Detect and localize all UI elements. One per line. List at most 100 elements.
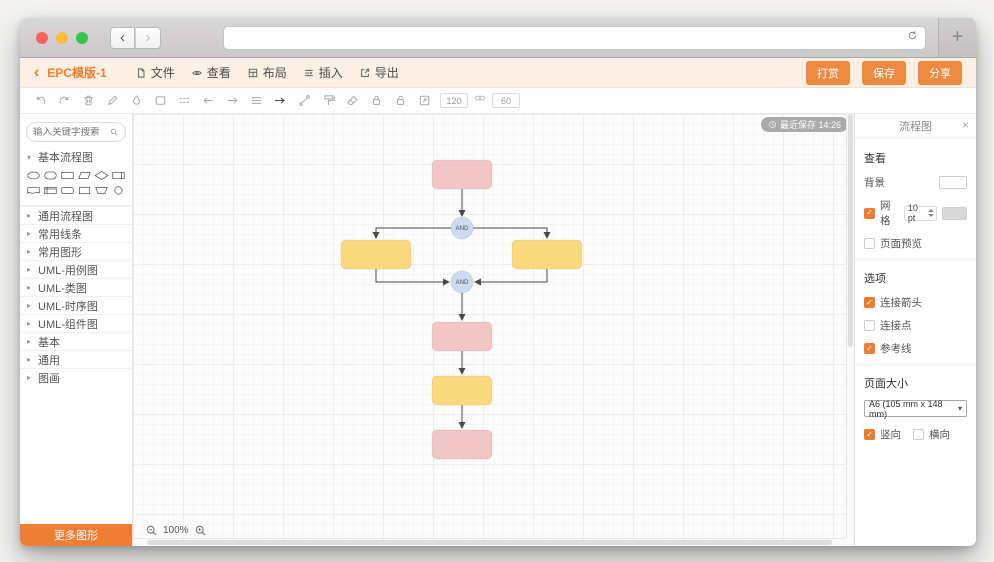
refresh-icon[interactable] xyxy=(906,29,919,47)
menu-view[interactable]: 查看 xyxy=(191,64,231,81)
redo-icon[interactable] xyxy=(52,90,76,112)
chevron-right-icon: ▸ xyxy=(27,229,34,238)
fill-icon[interactable] xyxy=(124,90,148,112)
shape-search-input[interactable] xyxy=(33,127,109,138)
browser-back-button[interactable]: ‹ xyxy=(110,27,135,49)
flowchart-node[interactable] xyxy=(432,160,492,189)
sidebar-category-expanded[interactable]: ▾ 基本流程图 xyxy=(20,148,132,166)
undo-icon[interactable] xyxy=(28,90,52,112)
maximize-window-button[interactable] xyxy=(76,32,88,44)
horizontal-scrollbar[interactable] xyxy=(133,538,846,546)
stencil-grid xyxy=(20,166,132,206)
sidebar-category[interactable]: ▸UML-类图 xyxy=(20,278,132,296)
option-checkbox[interactable] xyxy=(864,343,875,354)
save-button[interactable]: 保存 xyxy=(862,61,906,85)
grid-color-swatch[interactable] xyxy=(942,207,967,220)
flowchart-node[interactable] xyxy=(341,240,411,269)
sidebar-category[interactable]: ▸常用线条 xyxy=(20,224,132,242)
grid-size-stepper[interactable]: 10 pt xyxy=(904,206,937,221)
expand-icon[interactable] xyxy=(412,90,436,112)
dash-icon[interactable] xyxy=(172,90,196,112)
link-icon[interactable] xyxy=(472,91,488,110)
share-button[interactable]: 分享 xyxy=(918,61,962,85)
flowchart-edge[interactable] xyxy=(376,228,451,238)
orientation-checkbox[interactable] xyxy=(913,429,924,440)
shape-search[interactable] xyxy=(26,122,126,142)
stencil-card[interactable] xyxy=(76,184,92,197)
stencil-document[interactable] xyxy=(25,184,41,197)
zoom-in-icon[interactable] xyxy=(194,524,207,537)
address-bar[interactable] xyxy=(223,26,926,50)
browser-forward-button[interactable]: › xyxy=(136,27,161,49)
stencil-circle[interactable] xyxy=(111,184,127,197)
diagram-canvas[interactable]: ANDAND 最近保存 14:26 100% xyxy=(133,114,854,546)
stencil-rounded-rectangle[interactable] xyxy=(59,184,75,197)
unlock-icon[interactable] xyxy=(388,90,412,112)
app-back-icon[interactable]: ‹ xyxy=(34,65,39,81)
stencil-parallelogram[interactable] xyxy=(76,169,92,182)
flowchart-node[interactable] xyxy=(432,376,492,405)
stencil-predefined-process[interactable] xyxy=(111,169,127,182)
stencil-ellipse[interactable] xyxy=(25,169,41,182)
menu-file[interactable]: 文件 xyxy=(135,64,175,81)
pen-icon[interactable] xyxy=(100,90,124,112)
sidebar-category[interactable]: ▸UML-用例图 xyxy=(20,260,132,278)
line-weight-icon[interactable] xyxy=(244,90,268,112)
connector-icon[interactable] xyxy=(268,90,292,112)
width-input[interactable] xyxy=(440,93,468,108)
chevron-right-icon: ▸ xyxy=(27,355,34,364)
close-window-button[interactable] xyxy=(36,32,48,44)
vertical-scrollbar[interactable] xyxy=(846,114,854,538)
page-preview-checkbox[interactable] xyxy=(864,238,875,249)
sidebar-category[interactable]: ▸图画 xyxy=(20,368,132,386)
flowchart-edge[interactable] xyxy=(473,228,547,238)
height-input[interactable] xyxy=(492,93,520,108)
zoom-out-icon[interactable] xyxy=(145,524,158,537)
orientation-checkbox[interactable] xyxy=(864,429,875,440)
flowchart-edge[interactable] xyxy=(475,269,547,282)
new-tab-button[interactable]: + xyxy=(938,18,976,57)
sidebar-category[interactable]: ▸UML-组件图 xyxy=(20,314,132,332)
minimize-window-button[interactable] xyxy=(56,32,68,44)
option-checkbox[interactable] xyxy=(864,320,875,331)
format-painter-icon[interactable] xyxy=(316,90,340,112)
more-shapes-button[interactable]: 更多图形 xyxy=(20,524,132,546)
arrow-left-icon[interactable] xyxy=(196,90,220,112)
file-menu-icon xyxy=(135,67,147,79)
stencil-diamond[interactable] xyxy=(94,169,110,182)
sidebar-category[interactable]: ▸基本 xyxy=(20,332,132,350)
lock-icon[interactable] xyxy=(364,90,388,112)
sidebar-category[interactable]: ▸常用图形 xyxy=(20,242,132,260)
menu-insert[interactable]: 插入 xyxy=(303,64,343,81)
flowchart-edge[interactable] xyxy=(376,269,449,282)
flowchart-node[interactable] xyxy=(432,322,492,351)
menu-layout[interactable]: 布局 xyxy=(247,64,287,81)
menu-export[interactable]: 导出 xyxy=(359,64,399,81)
flowchart-node[interactable] xyxy=(432,430,492,459)
connector-style-icon[interactable] xyxy=(292,90,316,112)
close-icon[interactable]: × xyxy=(962,118,969,132)
shape-icon[interactable] xyxy=(148,90,172,112)
grid-checkbox[interactable] xyxy=(864,208,875,219)
stencil-rectangle[interactable] xyxy=(59,169,75,182)
page-size-select[interactable]: A6 (105 mm x 148 mm) ▾ xyxy=(864,400,967,417)
reward-button[interactable]: 打赏 xyxy=(806,61,850,85)
arrow-right-icon[interactable] xyxy=(220,90,244,112)
option-checkbox[interactable] xyxy=(864,297,875,308)
sidebar-category[interactable]: ▸通用流程图 xyxy=(20,206,132,224)
stencil-trapezoid[interactable] xyxy=(94,184,110,197)
layout-menu-icon xyxy=(247,67,259,79)
background-color-swatch[interactable] xyxy=(939,176,967,189)
trash-icon[interactable] xyxy=(76,90,100,112)
sidebar-category[interactable]: ▸通用 xyxy=(20,350,132,368)
stencil-internal-storage[interactable] xyxy=(42,184,58,197)
clock-icon xyxy=(768,120,777,129)
zoom-controls: 100% xyxy=(145,524,207,537)
address-input[interactable] xyxy=(230,31,906,45)
sidebar-category[interactable]: ▸UML-时序图 xyxy=(20,296,132,314)
stencil-terminator[interactable] xyxy=(42,169,58,182)
chevron-down-icon: ▾ xyxy=(958,404,962,413)
flowchart-node[interactable] xyxy=(512,240,582,269)
page-size-section-label: 页面大小 xyxy=(864,375,967,391)
eraser-icon[interactable] xyxy=(340,90,364,112)
